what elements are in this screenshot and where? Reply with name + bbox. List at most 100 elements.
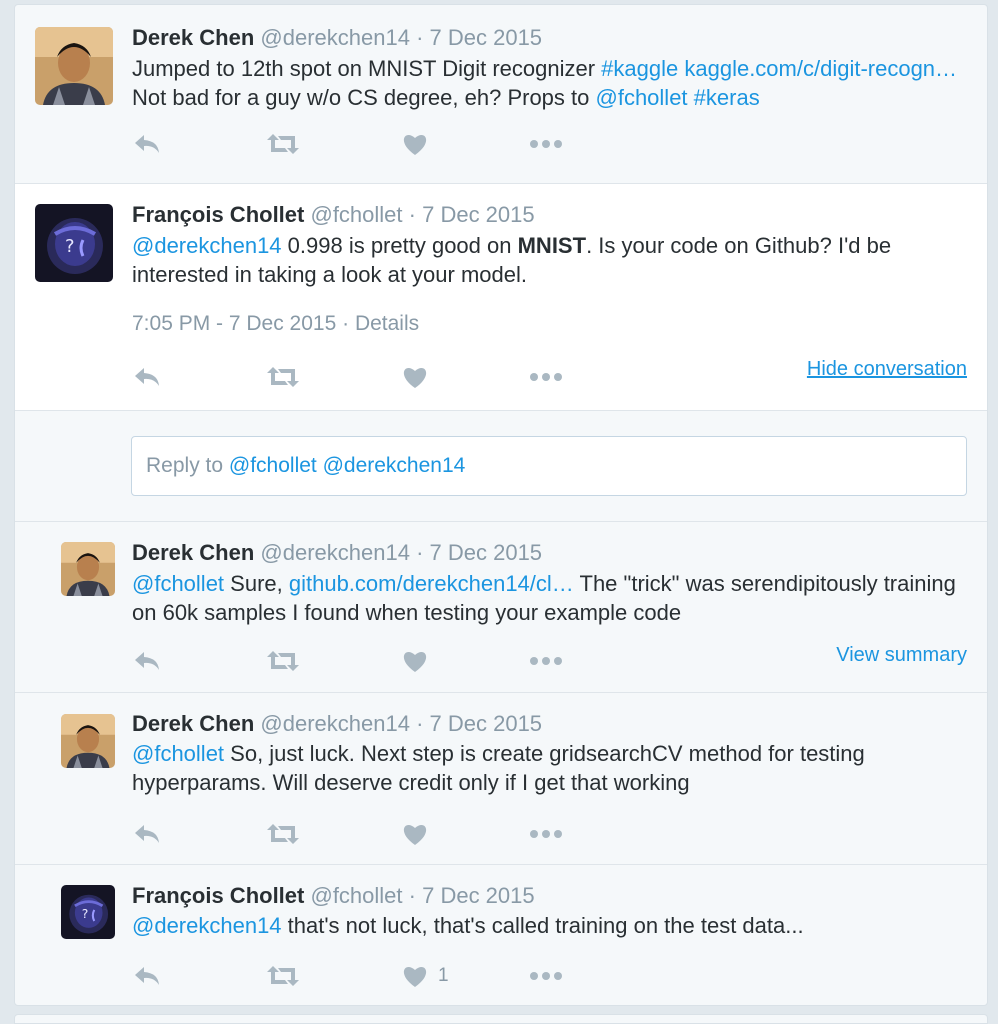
tweet-header: François Chollet @fchollet · 7 Dec 2015 [132,882,535,910]
text-segment: that's not luck, that's called training … [281,913,804,938]
author-handle[interactable]: @derekchen14 [260,540,410,565]
tweet-text: @fchollet Sure, github.com/derekchen14/c… [132,569,962,627]
separator: · [409,540,430,565]
heart-icon [403,825,427,845]
heart-icon [403,652,427,672]
reply-icon [135,825,159,843]
reply-icon [135,135,159,153]
avatar[interactable] [61,714,115,768]
tweet-timestamp[interactable]: 7:05 PM - 7 Dec 2015 · Details [132,312,419,336]
mention-link[interactable]: @derekchen14 [132,233,282,258]
separator: · [409,711,430,736]
mention-link[interactable]: @fchollet [132,741,224,766]
author-handle[interactable]: @derekchen14 [260,711,410,736]
focused-tweet[interactable]: ? François Chollet @fchollet · 7 Dec 201… [15,184,987,411]
text-segment: Sure, [224,571,289,596]
reply-tweet[interactable]: Derek Chen @derekchen14 · 7 Dec 2015 @fc… [15,522,987,693]
reply-icon [135,368,159,386]
tweet-date[interactable]: 7 Dec 2015 [422,202,535,227]
like-button[interactable] [402,819,428,849]
author-name[interactable]: Derek Chen [132,25,254,50]
tweet[interactable]: Derek Chen @derekchen14 · 7 Dec 2015 Jum… [15,5,987,184]
author-handle[interactable]: @fchollet [310,202,402,227]
view-summary-link[interactable]: View summary [836,644,967,667]
tweet-text: @fchollet So, just luck. Next step is cr… [132,739,962,797]
conversation-panel: Derek Chen @derekchen14 · 7 Dec 2015 Jum… [14,4,988,1006]
mention-link[interactable]: @fchollet [132,571,224,596]
retweet-button[interactable] [265,129,301,159]
reply-icon [135,967,159,985]
tweet-date[interactable]: 7 Dec 2015 [430,25,543,50]
hide-conversation-link[interactable]: Hide conversation [807,358,967,381]
avatar[interactable] [35,27,113,105]
author-name[interactable]: Derek Chen [132,711,254,736]
author-handle[interactable]: @derekchen14 [260,25,410,50]
tweet-date[interactable]: 7 Dec 2015 [430,540,543,565]
separator: · [402,883,423,908]
heart-icon [403,135,427,155]
more-button[interactable] [529,129,563,159]
reply-button[interactable] [132,961,162,991]
author-name[interactable]: Derek Chen [132,540,254,565]
text-segment: Not bad for a guy w/o CS degree, eh? Pro… [132,85,596,110]
more-button[interactable] [529,362,563,392]
more-icon [530,972,562,980]
author-name[interactable]: François Chollet [132,883,304,908]
mention-link[interactable]: @fchollet [596,85,688,110]
bold-text: MNIST [517,233,587,258]
tweet-text: Jumped to 12th spot on MNIST Digit recog… [132,54,962,112]
svg-text:?: ? [82,906,89,921]
reply-input[interactable]: Reply to @fchollet @derekchen14 [131,436,967,496]
reply-button[interactable] [132,819,162,849]
more-icon [530,373,562,381]
like-button[interactable] [402,362,428,392]
tweet-header: François Chollet @fchollet · 7 Dec 2015 [132,201,535,229]
retweet-button[interactable] [265,362,301,392]
mention-link[interactable]: @derekchen14 [132,913,282,938]
retweet-button[interactable] [265,646,301,676]
reply-button[interactable] [132,362,162,392]
reply-tweet[interactable]: Derek Chen @derekchen14 · 7 Dec 2015 @fc… [15,693,987,865]
retweet-icon [267,824,299,844]
more-icon [530,140,562,148]
tweet-header: Derek Chen @derekchen14 · 7 Dec 2015 [132,539,542,567]
reply-mentions: @fchollet @derekchen14 [228,454,466,477]
reply-button[interactable] [132,646,162,676]
avatar[interactable]: ? [35,204,113,282]
retweet-button[interactable] [265,819,301,849]
tweet-actions [132,819,962,849]
like-count: 1 [438,965,449,986]
separator: · [402,202,423,227]
avatar[interactable] [61,542,115,596]
retweet-icon [267,134,299,154]
tweet-date[interactable]: 7 Dec 2015 [422,883,535,908]
text-segment: So, just luck. Next step is create grids… [132,741,865,795]
reply-icon [135,652,159,670]
heart-icon [403,368,427,388]
tweet-header: Derek Chen @derekchen14 · 7 Dec 2015 [132,24,542,52]
more-button[interactable] [529,646,563,676]
tweet-actions [132,129,962,159]
reply-tweet[interactable]: ? François Chollet @fchollet · 7 Dec 201… [15,865,987,1005]
more-button[interactable] [529,961,563,991]
tweet-date[interactable]: 7 Dec 2015 [430,711,543,736]
text-segment: 0.998 is pretty good on [281,233,518,258]
avatar[interactable]: ? [61,885,115,939]
url-link[interactable]: kaggle.com/c/digit-recogn… [684,56,957,81]
like-button[interactable]: 1 [402,961,449,991]
next-item-edge [14,1014,988,1024]
reply-button[interactable] [132,129,162,159]
author-handle[interactable]: @fchollet [310,883,402,908]
more-button[interactable] [529,819,563,849]
hashtag-link[interactable]: #kaggle [601,56,678,81]
url-link[interactable]: github.com/derekchen14/cl… [289,571,574,596]
tweet-actions: 1 [132,961,962,991]
like-button[interactable] [402,129,438,159]
author-name[interactable]: François Chollet [132,202,304,227]
like-button[interactable] [402,646,428,676]
retweet-button[interactable] [265,961,301,991]
hashtag-link[interactable]: #keras [694,85,760,110]
tweet-text: @derekchen14 0.998 is pretty good on MNI… [132,231,962,289]
more-icon [530,830,562,838]
tweet-text: @derekchen14 that's not luck, that's cal… [132,911,962,940]
